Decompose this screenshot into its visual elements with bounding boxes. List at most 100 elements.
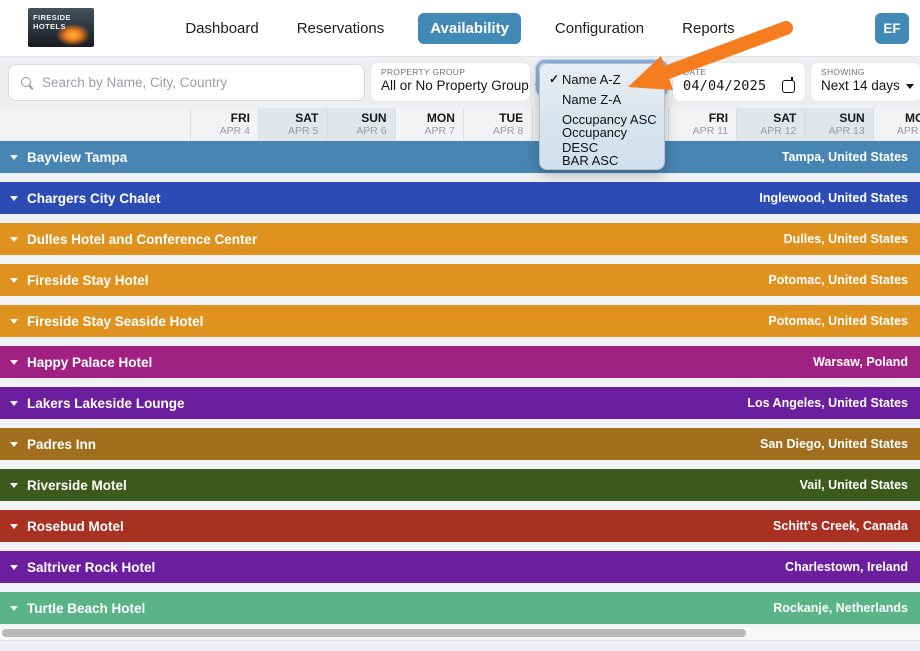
main-nav: Dashboard Reservations Availability Configu… [0, 0, 920, 57]
nav-item-reports[interactable]: Reports [678, 13, 739, 44]
checkmark-icon: ✓ [549, 72, 560, 87]
footer-area [0, 640, 920, 651]
calendar-day-name: MON [426, 111, 455, 125]
showing-value: Next 14 days [821, 78, 900, 93]
calendar-day-name: SUN [361, 111, 387, 125]
calendar-day-name: FRI [708, 111, 729, 125]
row-expand-caret-icon[interactable] [10, 318, 18, 324]
user-avatar[interactable]: EF [875, 13, 909, 44]
date-field[interactable]: DATE 04/04/2025 [672, 62, 806, 102]
sort-option-label: Name A-Z [562, 71, 621, 87]
row-expand-caret-icon[interactable] [10, 482, 18, 488]
calendar-day-name: TUE [499, 111, 524, 125]
row-expand-caret-icon[interactable] [10, 441, 18, 447]
calendar-day-name: FRI [230, 111, 250, 125]
row-expand-caret-icon[interactable] [10, 605, 18, 611]
hotel-list: Bayview Tampa Tampa, United States Charger… [0, 141, 920, 628]
hotel-row-bayview-tampa[interactable]: Bayview Tampa Tampa, United States [0, 141, 920, 173]
calendar-date: APR 12 [760, 125, 797, 137]
hotel-location: Potomac, United States [768, 314, 908, 328]
hotel-row-chargers-city-chalet[interactable]: Chargers City Chalet Inglewood, United St… [0, 182, 920, 214]
calendar-date: APR 13 [828, 125, 865, 137]
hotel-location: Potomac, United States [768, 273, 908, 287]
hotel-location: Vail, United States [799, 478, 908, 492]
hotel-name: Turtle Beach Hotel [27, 600, 146, 616]
search-placeholder: Search by Name, City, Country [42, 75, 228, 90]
hotel-name: Happy Palace Hotel [27, 354, 153, 370]
calendar-date: APR 11 [692, 125, 729, 137]
horizontal-scrollbar-thumb[interactable] [2, 629, 746, 637]
calendar-column-apr-8: TUE APR 8 [463, 108, 532, 141]
hotel-row-turtle-beach-hotel[interactable]: Turtle Beach Hotel Rockanje, Netherlands [0, 592, 920, 624]
calendar-date: APR 7 [424, 125, 455, 137]
availability-page: FIRESIDE HOTELS Dashboard Reservations Ava… [0, 0, 920, 651]
search-icon [21, 76, 33, 89]
horizontal-scrollbar-track[interactable] [0, 627, 920, 640]
sort-option-label: Name Z-A [562, 92, 622, 108]
calendar-date: APR 6 [356, 125, 387, 137]
hotel-location: San Diego, United States [760, 437, 908, 451]
search-input[interactable]: Search by Name, City, Country [8, 64, 365, 101]
row-expand-caret-icon[interactable] [10, 564, 18, 570]
calendar-column-apr-14: MONAPR 14 [873, 108, 920, 141]
calendar-day-name: SAT [295, 111, 319, 125]
nav-item-dashboard[interactable]: Dashboard [181, 13, 262, 44]
calendar-day-name: SUN [839, 111, 865, 125]
sort-option-label: Occupancy DESC [562, 125, 628, 156]
hotel-location: Los Angeles, United States [747, 396, 908, 410]
calendar-column-apr-12: SAT APR 12 [736, 108, 806, 141]
row-expand-caret-icon[interactable] [10, 400, 18, 406]
hotel-name: Fireside Stay Hotel [27, 272, 149, 288]
showing-label: SHOWING [821, 67, 865, 77]
calendar-day-name: SAT [773, 111, 797, 125]
hotel-location: Rockanje, Netherlands [773, 601, 908, 615]
row-expand-caret-icon[interactable] [10, 154, 18, 160]
hotel-row-riverside-motel[interactable]: Riverside Motel Vail, United States [0, 469, 920, 501]
calendar-date: APR 8 [492, 125, 524, 137]
sort-option-name-a-z[interactable]: ✓ Name A-Z [540, 69, 664, 89]
hotel-name: Saltriver Rock Hotel [27, 559, 156, 575]
hotel-name: Padres Inn [27, 436, 97, 452]
filter-bar: Search by Name, City, Country PROPERTY G… [0, 57, 920, 108]
hotel-location: Dulles, United States [783, 232, 908, 246]
calendar-column-apr-6: SUN APR 6 [326, 108, 396, 141]
hotel-row-fireside-stay-hotel[interactable]: Fireside Stay Hotel Potomac, United State… [0, 264, 920, 296]
calendar-column-apr-4: FRI APR 4 [190, 108, 259, 141]
hotel-row-padres-inn[interactable]: Padres Inn San Diego, United States [0, 428, 920, 460]
sort-option-occupancy-desc[interactable]: Occupancy DESC [540, 125, 664, 155]
calendar-icon[interactable] [782, 76, 795, 93]
nav-item-configuration[interactable]: Configuration [551, 13, 648, 44]
hotel-row-rosebud-motel[interactable]: Rosebud Motel Schitt's Creek, Canada [0, 510, 920, 542]
row-expand-caret-icon[interactable] [10, 236, 18, 242]
nav-item-availability[interactable]: Availability [418, 13, 521, 44]
property-group-label: PROPERTY GROUP [381, 67, 466, 77]
sort-option-label: BAR ASC [562, 153, 619, 169]
hotel-name: Lakers Lakeside Lounge [27, 395, 185, 411]
calendar-column-apr-11: FRI APR 11 [668, 108, 737, 141]
calendar-column-apr-5: SAT APR 5 [258, 108, 328, 141]
hotel-name: Riverside Motel [27, 477, 127, 493]
sort-option-name-z-a[interactable]: Name Z-A [540, 89, 664, 109]
calendar-header-row: FRI APR 4 SAT APR 5 SUN APR 6 MON APR 7 TUE APR 8… [0, 108, 920, 141]
hotel-name: Fireside Stay Seaside Hotel [27, 313, 204, 329]
property-group-select[interactable]: PROPERTY GROUP All or No Property Group [370, 62, 543, 102]
hotel-row-fireside-stay-seaside-hotel[interactable]: Fireside Stay Seaside Hotel Potomac, Unit… [0, 305, 920, 337]
showing-select[interactable]: SHOWING Next 14 days [810, 62, 920, 102]
hotel-row-happy-palace-hotel[interactable]: Happy Palace Hotel Warsaw, Poland [0, 346, 920, 378]
row-expand-caret-icon[interactable] [10, 277, 18, 283]
hotel-name: Dulles Hotel and Conference Center [27, 231, 258, 247]
hotel-location: Inglewood, United States [759, 191, 908, 205]
calendar-date: APR 14 [896, 125, 920, 137]
calendar-column-apr-7: MON APR 7 [394, 108, 464, 141]
hotel-row-lakers-lakeside-lounge[interactable]: Lakers Lakeside Lounge Los Angeles, Unite… [0, 387, 920, 419]
row-expand-caret-icon[interactable] [10, 523, 18, 529]
top-bar: FIRESIDE HOTELS Dashboard Reservations Ava… [0, 0, 920, 57]
hotel-row-saltriver-rock-hotel[interactable]: Saltriver Rock Hotel Charlestown, Ireland [0, 551, 920, 583]
nav-item-reservations[interactable]: Reservations [293, 13, 389, 44]
hotel-row-dulles-hotel-and-conference-center[interactable]: Dulles Hotel and Conference Center Dulles… [0, 223, 920, 255]
row-expand-caret-icon[interactable] [10, 195, 18, 201]
hotel-name: Chargers City Chalet [27, 190, 161, 206]
row-expand-caret-icon[interactable] [10, 359, 18, 365]
calendar-column-apr-13: SUN APR 13 [804, 108, 874, 141]
hotel-location: Warsaw, Poland [813, 355, 908, 369]
